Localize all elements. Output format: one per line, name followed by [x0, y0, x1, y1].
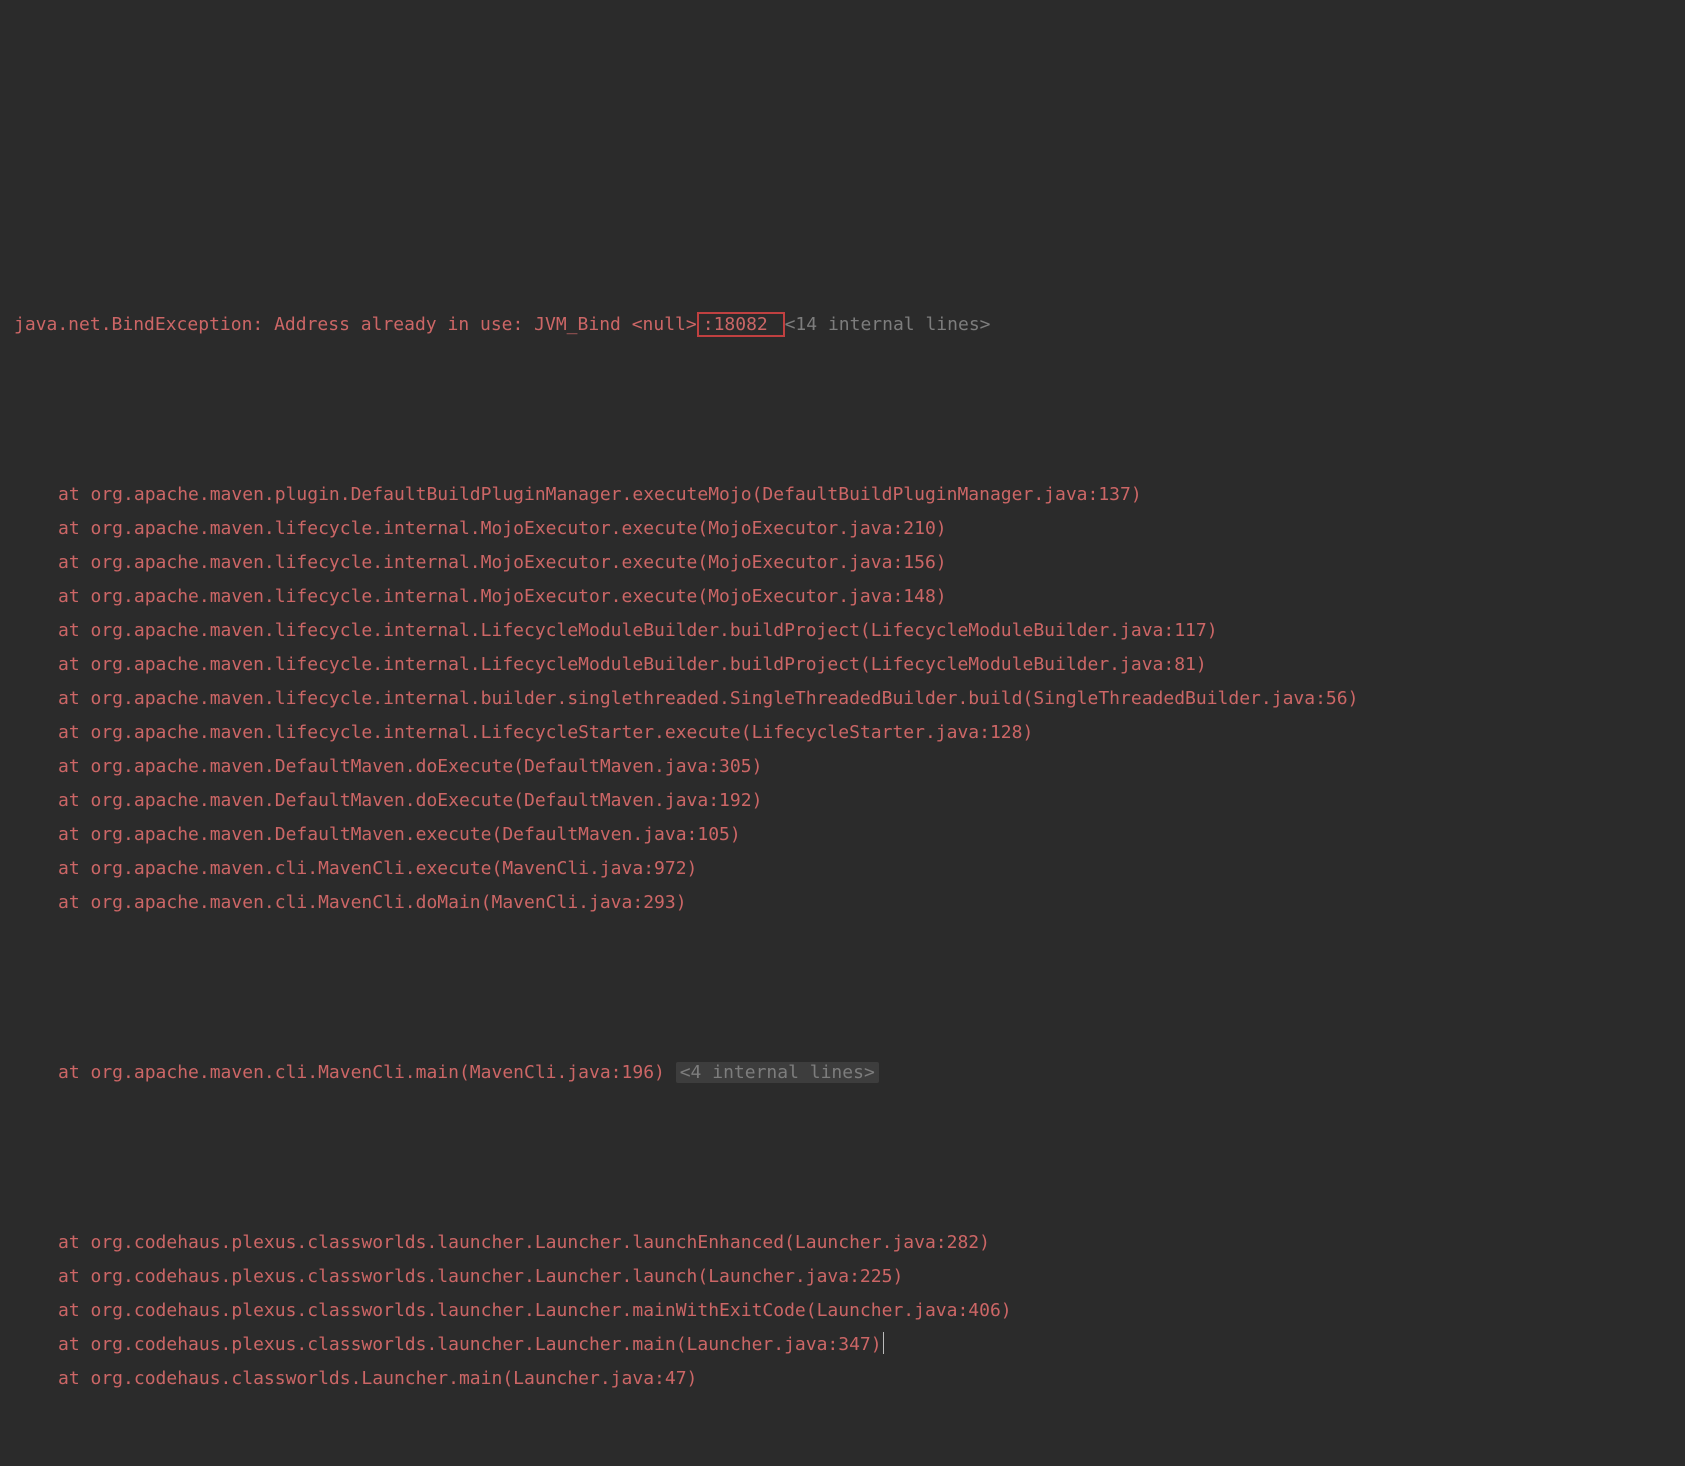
stack-frame-text: at org.apache.maven.cli.MavenCli.main(Ma…	[58, 1062, 676, 1083]
stack-frame[interactable]: at org.apache.maven.cli.MavenCli.doMain(…	[0, 886, 1685, 920]
stack-frame[interactable]: at org.apache.maven.lifecycle.internal.L…	[0, 614, 1685, 648]
stack-frame-text: at org.apache.maven.lifecycle.internal.M…	[58, 518, 947, 539]
stack-frame[interactable]: at org.apache.maven.DefaultMaven.doExecu…	[0, 750, 1685, 784]
stack-frame[interactable]: at org.apache.maven.plugin.DefaultBuildP…	[0, 478, 1685, 512]
stack-frame-text: at org.codehaus.plexus.classworlds.launc…	[58, 1266, 903, 1287]
port-highlight: :18082	[697, 312, 785, 337]
stack-frame[interactable]: at org.codehaus.classworlds.Launcher.mai…	[0, 1362, 1685, 1396]
exception-header-text: java.net.BindException: Address already …	[14, 314, 697, 335]
stack-frame-text: at org.apache.maven.lifecycle.internal.L…	[58, 654, 1207, 675]
stack-frame-text: at org.codehaus.plexus.classworlds.launc…	[58, 1232, 990, 1253]
stack-frame[interactable]: at org.apache.maven.cli.MavenCli.main(Ma…	[0, 1056, 1685, 1090]
stack-frame-text: at org.apache.maven.cli.MavenCli.doMain(…	[58, 892, 687, 913]
stack-frame-text: at org.apache.maven.cli.MavenCli.execute…	[58, 858, 697, 879]
stack-frame[interactable]: at org.apache.maven.lifecycle.internal.M…	[0, 512, 1685, 546]
stack-frame[interactable]: at org.apache.maven.lifecycle.internal.L…	[0, 716, 1685, 750]
console-log: java.net.BindException: Address already …	[0, 170, 1685, 1466]
stack-frame-text: at org.apache.maven.plugin.DefaultBuildP…	[58, 484, 1142, 505]
stack-frame[interactable]: at org.apache.maven.DefaultMaven.execute…	[0, 818, 1685, 852]
stack-frame-text: at org.codehaus.plexus.classworlds.launc…	[58, 1334, 882, 1355]
stack-frame[interactable]: at org.apache.maven.DefaultMaven.doExecu…	[0, 784, 1685, 818]
stack-frame[interactable]: at org.apache.maven.cli.MavenCli.execute…	[0, 852, 1685, 886]
exception-header-line: java.net.BindException: Address already …	[0, 308, 1685, 342]
fold-inline[interactable]: <4 internal lines>	[676, 1062, 879, 1083]
stack-frame[interactable]: at org.apache.maven.lifecycle.internal.M…	[0, 546, 1685, 580]
text-caret	[883, 1332, 884, 1354]
stack-frame[interactable]: at org.codehaus.plexus.classworlds.launc…	[0, 1226, 1685, 1260]
stack-frame-text: at org.apache.maven.lifecycle.internal.M…	[58, 586, 947, 607]
stack-frame-text: at org.apache.maven.DefaultMaven.execute…	[58, 824, 741, 845]
stack-frame-text: at org.apache.maven.lifecycle.internal.L…	[58, 620, 1218, 641]
stack-frame[interactable]: at org.apache.maven.lifecycle.internal.L…	[0, 648, 1685, 682]
stack-frame[interactable]: at org.codehaus.plexus.classworlds.launc…	[0, 1294, 1685, 1328]
stack-frame-text: at org.apache.maven.DefaultMaven.doExecu…	[58, 756, 762, 777]
stack-frame-text: at org.codehaus.plexus.classworlds.launc…	[58, 1300, 1012, 1321]
stack-frame[interactable]: at org.apache.maven.lifecycle.internal.M…	[0, 580, 1685, 614]
stack-frame-text: at org.apache.maven.lifecycle.internal.b…	[58, 688, 1358, 709]
stack-frame[interactable]: at org.codehaus.plexus.classworlds.launc…	[0, 1328, 1685, 1362]
stack-frame[interactable]: at org.codehaus.plexus.classworlds.launc…	[0, 1260, 1685, 1294]
stack-frame-text: at org.apache.maven.DefaultMaven.doExecu…	[58, 790, 762, 811]
stack-frame[interactable]: at org.apache.maven.lifecycle.internal.b…	[0, 682, 1685, 716]
fold-top[interactable]: <14 internal lines>	[785, 314, 991, 335]
stack-frame-text: at org.codehaus.classworlds.Launcher.mai…	[58, 1368, 697, 1389]
stack-frame-text: at org.apache.maven.lifecycle.internal.M…	[58, 552, 947, 573]
